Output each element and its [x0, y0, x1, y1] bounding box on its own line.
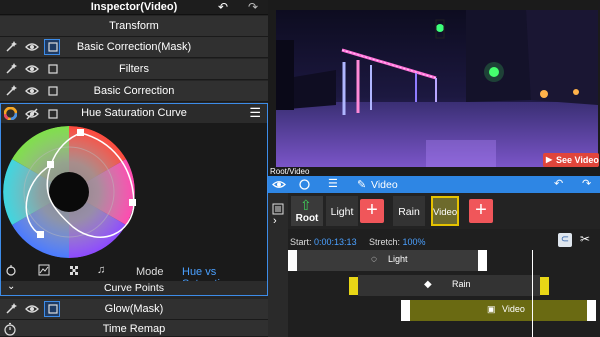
hue-saturation-title: Hue Saturation Curve	[81, 107, 187, 119]
layer-bar: ⇧ Root Light + Rain Video +	[288, 193, 600, 229]
stretch-label: Stretch:	[369, 237, 401, 247]
video-clip-icon: ▣	[487, 304, 496, 314]
track-light[interactable]: ◌ Light	[288, 250, 600, 271]
track-video[interactable]: ▣ Video	[288, 300, 600, 321]
timeline-toolbar: ☰ ✎ Video ↶ ↷	[268, 176, 600, 193]
hue-curve-editor[interactable]	[1, 123, 267, 261]
clip-end-handle[interactable]	[587, 300, 596, 321]
layer-label: Light	[330, 206, 354, 218]
hue-curve-toolbar: ♫ Mode Hue vs Saturation	[1, 261, 267, 290]
breadcrumb: Root/Video	[268, 167, 600, 176]
redo-icon[interactable]: ↷	[582, 177, 591, 190]
layer-tab-rain[interactable]: Rain	[393, 196, 425, 226]
effect-row-basic-correction-mask[interactable]: Basic Correction(Mask)	[0, 37, 268, 58]
reset-curve-icon[interactable]	[5, 264, 17, 276]
effect-row-basic-correction[interactable]: Basic Correction	[0, 81, 268, 102]
effect-label: Glow(Mask)	[104, 303, 164, 315]
effect-row-filters[interactable]: Filters	[0, 59, 268, 80]
curve-point[interactable]	[47, 161, 54, 168]
menu-icon[interactable]: ☰	[328, 177, 338, 190]
curve-point[interactable]	[77, 129, 84, 136]
effect-row-time-remap[interactable]: Time Remap	[0, 320, 268, 337]
preview-scene	[276, 10, 598, 167]
layer-label: Root	[295, 213, 319, 224]
start-label: Start:	[290, 237, 312, 247]
eye-icon[interactable]	[272, 179, 286, 190]
clip-rain[interactable]	[358, 275, 540, 296]
curve-points-section[interactable]: ⌄ Curve Points	[1, 281, 267, 295]
effect-label: Basic Correction(Mask)	[76, 41, 192, 53]
hue-wheel[interactable]	[1, 123, 267, 261]
effect-label: Transform	[109, 20, 159, 32]
selected-layer-name[interactable]: Video	[371, 179, 398, 191]
effect-label: Basic Correction	[93, 85, 175, 97]
clip-label: Video	[502, 304, 525, 314]
playhead[interactable]	[532, 250, 533, 337]
video-preview[interactable]	[276, 10, 598, 167]
timeline[interactable]: Start: 0:00:13:13 Stretch: 100% ⊂ ✂ ◌ Li…	[288, 229, 600, 337]
layer-tab-root[interactable]: ⇧ Root	[291, 196, 323, 226]
clip-label: Light	[388, 254, 408, 264]
add-layer-button[interactable]: +	[469, 199, 493, 223]
stretch-value[interactable]: 100%	[403, 237, 426, 247]
inspector-panel: Inspector(Video) ↶ ↷ Transform Basic Cor…	[0, 0, 268, 337]
clip-start-handle[interactable]	[401, 300, 410, 321]
effect-row-glow-mask[interactable]: Glow(Mask)	[0, 299, 268, 320]
checker-icon[interactable]	[68, 264, 80, 276]
light-clip-icon: ◌	[371, 254, 377, 265]
hue-saturation-header[interactable]: Hue Saturation Curve ☰	[1, 104, 267, 123]
curve-point[interactable]	[37, 231, 44, 238]
layer-sidebar: ›	[268, 193, 288, 337]
up-arrow-icon: ⇧	[300, 197, 312, 213]
curve-points-label: Curve Points	[103, 282, 165, 294]
inspector-header: Inspector(Video) ↶ ↷	[0, 0, 268, 15]
graph-icon[interactable]	[38, 264, 50, 276]
breadcrumb-path: Root/Video	[270, 167, 310, 176]
layer-tab-light[interactable]: Light	[326, 196, 358, 226]
see-video-button[interactable]: ▶ See Video	[543, 153, 599, 167]
clip-label: Rain	[452, 279, 471, 289]
scissors-icon[interactable]: ✂	[580, 232, 590, 246]
play-icon: ▶	[546, 155, 553, 164]
curve-point[interactable]	[129, 199, 136, 206]
clip-end-handle[interactable]	[540, 277, 549, 295]
clip-start-handle[interactable]	[288, 250, 297, 271]
see-video-label: See Video	[556, 155, 599, 165]
magnet-icon[interactable]: ⊂	[558, 233, 572, 247]
layer-label: Video	[433, 207, 458, 218]
chevron-right-icon[interactable]: ›	[273, 215, 277, 227]
mode-label: Mode	[136, 266, 164, 278]
undo-icon[interactable]: ↶	[554, 177, 563, 190]
clip-video[interactable]	[410, 300, 587, 321]
clip-end-handle[interactable]	[478, 250, 487, 271]
start-value[interactable]: 0:00:13:13	[314, 237, 357, 247]
menu-icon[interactable]: ☰	[249, 105, 261, 121]
undo-icon[interactable]: ↶	[218, 0, 228, 14]
start-info: Start: 0:00:13:13	[290, 237, 357, 247]
stretch-info: Stretch: 100%	[369, 237, 426, 247]
list-icon[interactable]	[272, 203, 284, 215]
redo-icon[interactable]: ↷	[248, 0, 258, 14]
track-rain[interactable]: ◆ Rain	[288, 275, 600, 296]
effect-row-transform[interactable]: Transform	[0, 16, 268, 37]
hue-saturation-panel: Hue Saturation Curve ☰ ♫ Mode Hue vs ⌄ C…	[0, 103, 268, 296]
music-note-icon[interactable]: ♫	[97, 264, 105, 276]
rain-clip-icon: ◆	[424, 279, 432, 290]
effect-label: Filters	[119, 63, 149, 75]
layer-label: Rain	[398, 206, 420, 218]
circle-icon[interactable]	[299, 179, 310, 190]
clip-start-handle[interactable]	[349, 277, 358, 295]
layer-tab-video[interactable]: Video	[431, 196, 459, 226]
effect-label: Time Remap	[102, 323, 166, 335]
pencil-icon[interactable]: ✎	[357, 178, 366, 191]
add-layer-button[interactable]: +	[360, 199, 384, 223]
